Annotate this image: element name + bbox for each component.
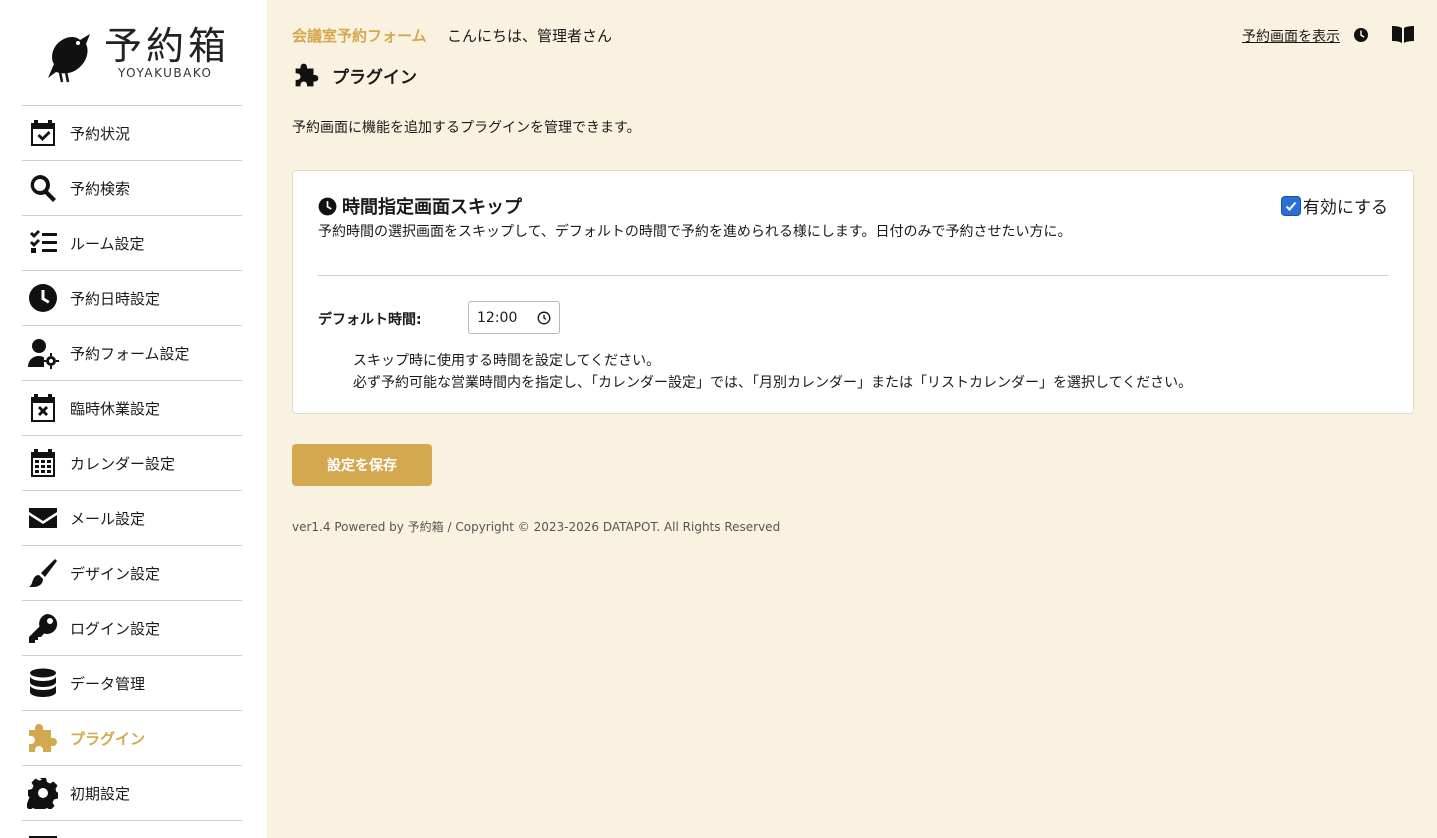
sidebar-item-initial-settings[interactable]: 初期設定 <box>22 766 242 821</box>
logo-subtitle: YOYAKUBAKO <box>118 66 213 80</box>
envelope-icon <box>26 501 60 535</box>
paintbrush-icon <box>26 556 60 590</box>
help-text-line2: 必ず予約可能な営業時間内を指定し、「カレンダー設定」では、「月別カレンダー」また… <box>353 375 1193 391</box>
footer-copyright: ver1.4 Powered by 予約箱 / Copyright © 2023… <box>292 520 781 534</box>
key-icon <box>26 611 60 645</box>
sidebar-item-login-settings[interactable]: ログイン設定 <box>22 601 242 656</box>
sidebar-item-mail-settings[interactable]: メール設定 <box>22 491 242 546</box>
sidebar-item-label: カレンダー設定 <box>70 454 176 473</box>
sidebar-item-room-settings[interactable]: ルーム設定 <box>22 216 242 271</box>
sidebar-item-label: デザイン設定 <box>70 564 161 583</box>
sidebar-item-reservation-search[interactable]: 予約検索 <box>22 161 242 216</box>
sidebar-item-plugins[interactable]: プラグイン <box>22 711 242 766</box>
sidebar-item-datetime-settings[interactable]: 予約日時設定 <box>22 271 242 326</box>
clock-icon[interactable] <box>1353 27 1369 43</box>
enable-label: 有効にする <box>1302 198 1388 218</box>
sidebar-item-calendar-settings[interactable]: カレンダー設定 <box>22 436 242 491</box>
clock-outline-icon[interactable] <box>537 311 551 325</box>
clock-icon <box>318 197 337 215</box>
puzzle-icon <box>295 63 319 87</box>
sidebar-item-design-settings[interactable]: デザイン設定 <box>22 546 242 601</box>
sidebar-item-label: プラグイン <box>70 729 146 748</box>
sidebar-item-label: 予約状況 <box>70 124 131 143</box>
page-title: プラグイン <box>332 67 417 88</box>
sidebar-item-label: 予約日時設定 <box>70 289 161 308</box>
save-settings-button[interactable]: 設定を保存 <box>292 444 432 486</box>
page-description: 予約画面に機能を追加するプラグインを管理できます。 <box>292 120 641 136</box>
default-time-input[interactable]: 12:00 <box>468 301 560 334</box>
sidebar: 予約箱 YOYAKUBAKO 予約状況 予約検索 ルーム設定 予約日時設定 予約… <box>0 0 267 838</box>
plugin-header: 時間指定画面スキップ <box>318 193 522 219</box>
calendar-xmark-icon <box>26 391 60 425</box>
calendar-check-icon <box>26 116 60 150</box>
default-time-label: デフォルト時間: <box>318 312 422 328</box>
sidebar-item-more[interactable] <box>22 821 242 838</box>
sidebar-item-label: 予約フォーム設定 <box>70 344 190 363</box>
sidebar-item-label: メール設定 <box>70 509 146 528</box>
sidebar-nav: 予約状況 予約検索 ルーム設定 予約日時設定 予約フォーム設定 臨時休業設定 カ… <box>22 105 242 838</box>
sidebar-item-closure-settings[interactable]: 臨時休業設定 <box>22 381 242 436</box>
enable-checkbox[interactable] <box>1281 196 1300 215</box>
sidebar-item-label: 予約検索 <box>70 179 131 198</box>
database-icon <box>26 666 60 700</box>
sidebar-item-label: 初期設定 <box>70 784 131 803</box>
main-content: 会議室予約フォーム こんにちは、管理者さん 予約画面を表示 プラグイン 予約画面… <box>267 0 1437 838</box>
sidebar-item-label: ログイン設定 <box>70 619 161 638</box>
view-reservation-link[interactable]: 予約画面を表示 <box>1242 26 1340 46</box>
app-logo[interactable]: 予約箱 YOYAKUBAKO <box>40 22 230 88</box>
logo-title: 予約箱 <box>104 24 231 68</box>
user-gear-icon <box>26 336 60 370</box>
sidebar-item-form-settings[interactable]: 予約フォーム設定 <box>22 326 242 381</box>
time-value: 12:00 <box>477 309 518 326</box>
checkmark-icon <box>1285 201 1297 211</box>
calendar-days-icon <box>26 446 60 480</box>
plugin-description: 予約時間の選択画面をスキップして、デフォルトの時間で予約を進められる様にします。… <box>318 224 1072 240</box>
puzzle-icon <box>26 721 60 755</box>
sidebar-item-data-management[interactable]: データ管理 <box>22 656 242 711</box>
sidebar-item-reservation-status[interactable]: 予約状況 <box>22 106 242 161</box>
search-icon <box>26 171 60 205</box>
app-brand[interactable]: 会議室予約フォーム <box>292 25 427 46</box>
gear-icon <box>26 776 60 810</box>
sidebar-item-label: 臨時休業設定 <box>70 399 161 418</box>
clock-icon <box>26 281 60 315</box>
bird-logo-icon <box>48 34 90 83</box>
greeting-text: こんにちは、管理者さん <box>447 27 613 45</box>
page-heading: プラグイン <box>294 62 417 88</box>
window-icon <box>26 831 60 838</box>
plugin-title: 時間指定画面スキップ <box>342 197 522 218</box>
divider <box>318 275 1388 276</box>
plugin-card: 時間指定画面スキップ 予約時間の選択画面をスキップして、デフォルトの時間で予約を… <box>292 170 1414 414</box>
enable-toggle[interactable]: 有効にする <box>1281 193 1388 218</box>
sidebar-item-label: ルーム設定 <box>70 234 145 253</box>
sidebar-item-label: データ管理 <box>70 674 146 693</box>
manual-book-icon[interactable] <box>1391 25 1415 43</box>
help-text-line1: スキップ時に使用する時間を設定してください。 <box>353 353 661 369</box>
list-check-icon <box>26 226 60 260</box>
